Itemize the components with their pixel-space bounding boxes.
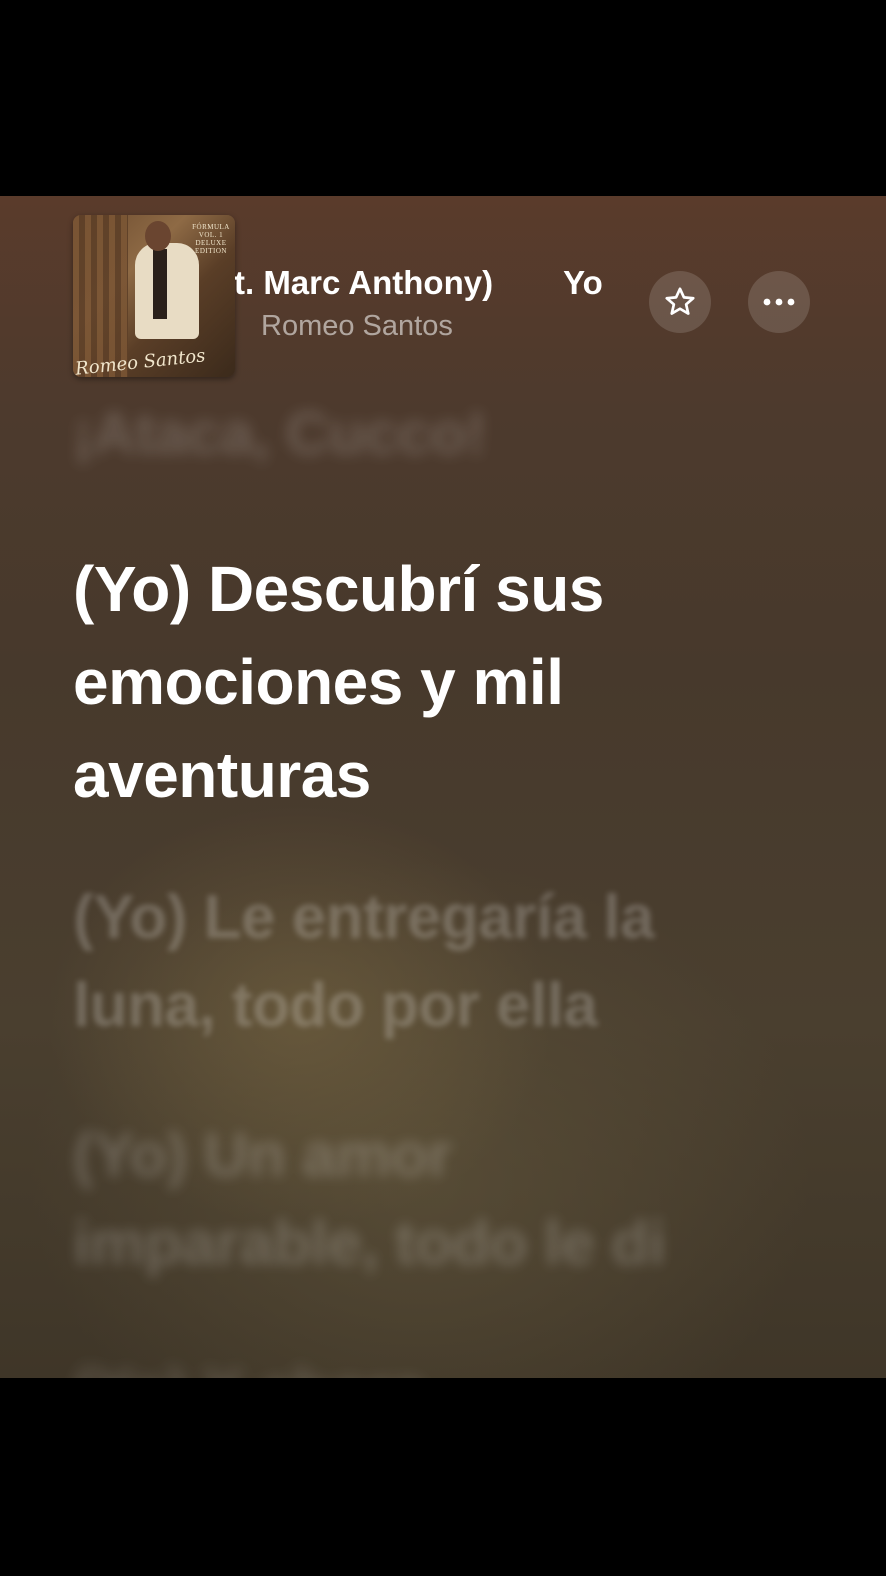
- favorite-button[interactable]: [649, 271, 711, 333]
- album-art-figure-head: [145, 221, 171, 251]
- track-title-text-repeat: Yo: [563, 264, 603, 301]
- ellipsis-icon: [763, 298, 795, 306]
- track-title-text: ft. Marc Anthony): [235, 264, 494, 301]
- lyric-text: ¡Ataca, Cucco!: [73, 400, 487, 467]
- track-title: ft. Marc Anthony) Yo: [235, 260, 603, 306]
- lyric-text: luna, todo por ella: [73, 971, 598, 1040]
- track-title-marquee[interactable]: ft. Marc Anthony) Yo: [235, 260, 635, 306]
- album-art-figure-shirt: [153, 249, 167, 319]
- lyric-line-upcoming[interactable]: (Yo) Un amor imparable, todo le di: [73, 1112, 666, 1288]
- star-outline-icon: [665, 287, 695, 315]
- lyric-line-past[interactable]: ¡Ataca, Cucco!: [73, 399, 487, 469]
- lyric-line-current[interactable]: (Yo) Descubrí sus emociones y mil aventu…: [73, 543, 604, 822]
- lyrics-player: ¡Ataca, Cucco! (Yo) Descubrí sus emocion…: [0, 196, 886, 1378]
- screen: ¡Ataca, Cucco! (Yo) Descubrí sus emocion…: [0, 0, 886, 1576]
- album-artwork[interactable]: FÓRMULA VOL. 1 DELUXE EDITION Romeo Sant…: [73, 215, 235, 377]
- lyric-text: imparable, todo le di: [73, 1209, 666, 1278]
- more-options-button[interactable]: [748, 271, 810, 333]
- lyric-text: (Yo) Un amor: [73, 1121, 452, 1190]
- lyric-text: emociones y mil: [73, 646, 564, 718]
- album-art-figure: [135, 243, 199, 339]
- track-artist[interactable]: Romeo Santos: [261, 306, 453, 346]
- now-playing-header: FÓRMULA VOL. 1 DELUXE EDITION Romeo Sant…: [0, 196, 886, 396]
- album-cover-title: FÓRMULA VOL. 1 DELUXE EDITION: [192, 223, 230, 255]
- lyric-text: (Yo) Le entregaría la: [73, 883, 654, 952]
- lyric-text: aventuras: [73, 739, 371, 811]
- lyric-line-upcoming[interactable]: (Yo) Y ahora: [73, 1348, 426, 1378]
- lyric-text: (Yo) Descubrí sus: [73, 553, 604, 625]
- album-art-curtain: [73, 215, 128, 377]
- lyric-line-upcoming[interactable]: (Yo) Le entregaría la luna, todo por ell…: [73, 874, 654, 1050]
- lyric-text: (Yo) Y ahora: [73, 1348, 426, 1378]
